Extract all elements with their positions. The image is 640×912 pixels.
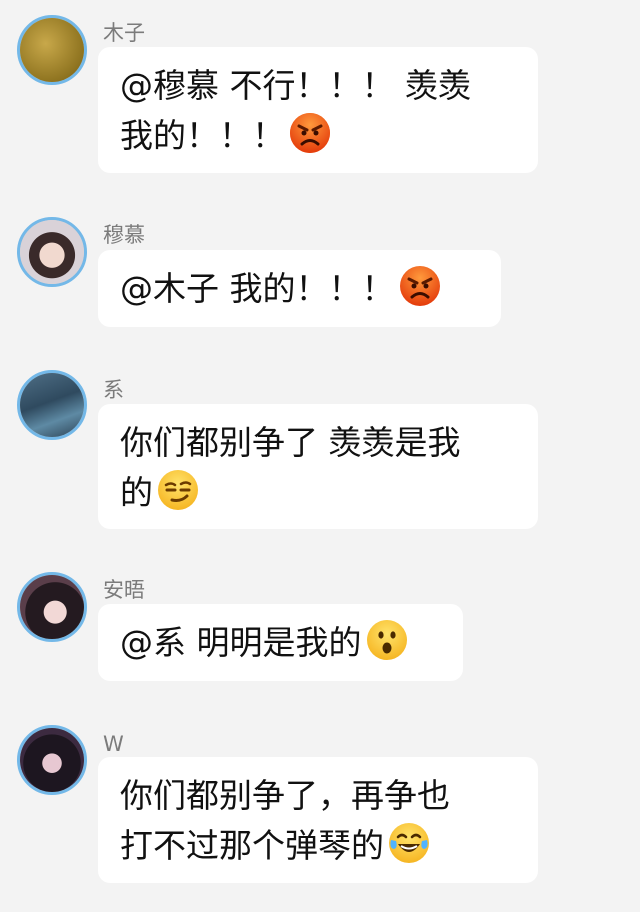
sender-name: 穆慕 [103,223,145,247]
avatar[interactable] [17,15,87,85]
message-text: 的 [120,473,153,512]
message-text-row: 我的！！！ [120,111,516,161]
sender-name: 木子 [103,21,145,45]
avatar[interactable] [17,725,87,795]
sender-name: W [103,732,124,756]
message-bubble[interactable]: @系 明明是我的 [98,604,463,681]
message-bubble[interactable]: 你们都别争了 羡羡是我 的 [98,404,538,529]
message-bubble[interactable]: @木子 我的！！！ [98,250,501,327]
angry-face-icon [399,265,441,307]
message-text: @系 明明是我的 [120,623,362,662]
message-text: 你们都别争了 羡羡是我 [120,423,461,462]
angry-face-icon [289,112,331,154]
avatar[interactable] [17,370,87,440]
sender-name: 安晤 [103,578,145,602]
message-text-row: @系 明明是我的 [120,618,441,668]
message-text-row: 的 [120,468,516,518]
surprised-face-icon [366,619,408,661]
avatar[interactable] [17,217,87,287]
message-bubble[interactable]: 你们都别争了，再争也 打不过那个弹琴的 [98,757,538,883]
message-text: 我的！！！ [120,116,285,155]
message-text-row: @木子 我的！！！ [120,264,479,314]
sender-name: 系 [103,378,124,402]
message-text-row: 打不过那个弹琴的 [120,821,516,871]
tears-of-joy-face-icon [388,822,430,864]
message-text: @木子 我的！！！ [120,269,395,308]
avatar[interactable] [17,572,87,642]
message-text: 你们都别争了，再争也 [120,776,450,815]
message-bubble[interactable]: @穆慕 不行！！！ 羡羡 我的！！！ [98,47,538,173]
smirk-face-icon [157,469,199,511]
message-text: 打不过那个弹琴的 [120,826,384,865]
message-text: @穆慕 不行！！！ 羡羡 [120,66,471,105]
